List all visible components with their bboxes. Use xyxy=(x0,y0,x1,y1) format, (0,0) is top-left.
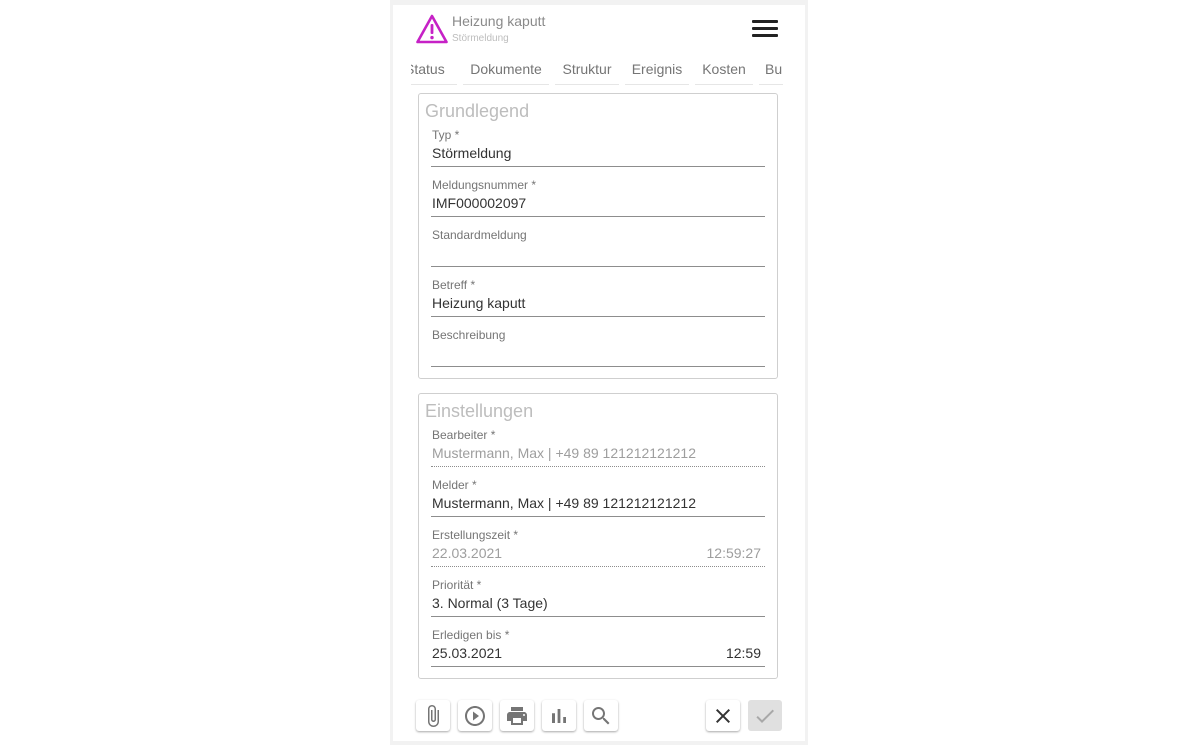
field-underline xyxy=(431,616,765,617)
tab-dokumente[interactable]: Dokumente xyxy=(463,57,549,85)
field-underline xyxy=(431,466,765,467)
field-label: Erledigen bis * xyxy=(432,628,510,642)
field-value: Störmeldung xyxy=(432,145,512,161)
app-window: Heizung kaputt Störmeldung Status Dokume… xyxy=(393,5,805,741)
card-grundlegend: Grundlegend Typ * Störmeldung Meldungsnu… xyxy=(418,93,778,379)
card-title: Einstellungen xyxy=(425,401,534,421)
field-underline xyxy=(431,516,765,517)
field-value: Mustermann, Max | +49 89 121212121212 xyxy=(432,495,696,511)
meldungsnummer-field[interactable]: Meldungsnummer * IMF000002097 xyxy=(431,178,765,222)
printer-icon xyxy=(507,707,527,725)
time-value: 12:59 xyxy=(725,645,761,661)
date-value: 25.03.2021 xyxy=(432,645,503,661)
field-value: 3. Normal (3 Tage) xyxy=(432,595,548,611)
menu-bar-icon xyxy=(752,34,778,37)
tab-struktur[interactable]: Struktur xyxy=(555,57,619,85)
prioritaet-field[interactable]: Priorität * 3. Normal (3 Tage) xyxy=(431,578,765,622)
tab-ereignis[interactable]: Ereignis xyxy=(625,57,689,85)
confirm-button[interactable] xyxy=(748,700,782,731)
play-circle-icon xyxy=(465,706,485,726)
field-underline xyxy=(431,566,765,567)
menu-bar-icon xyxy=(752,20,778,23)
check-icon xyxy=(756,709,774,723)
field-underline xyxy=(431,166,765,167)
page-title: Heizung kaputt xyxy=(452,13,546,29)
menu-bar-icon xyxy=(752,27,778,30)
search-button[interactable] xyxy=(584,700,618,731)
hamburger-menu-button[interactable] xyxy=(749,17,781,41)
statistics-button[interactable] xyxy=(542,700,576,731)
search-icon xyxy=(592,707,610,725)
field-label: Melder * xyxy=(432,478,477,492)
date-value: 22.03.2021 xyxy=(432,545,503,561)
close-icon xyxy=(716,709,730,723)
field-label: Beschreibung xyxy=(432,328,506,342)
field-value: Heizung kaputt xyxy=(432,295,526,311)
field-label: Meldungsnummer * xyxy=(432,178,537,192)
warning-icon xyxy=(416,14,448,44)
field-value: IMF000002097 xyxy=(432,195,527,211)
field-value: Mustermann, Max | +49 89 121212121212 xyxy=(432,445,696,461)
bottom-toolbar xyxy=(393,699,805,735)
page-subtitle: Störmeldung xyxy=(452,33,509,44)
field-label: Betreff * xyxy=(432,278,476,292)
field-label: Typ * xyxy=(432,128,460,142)
tab-status[interactable]: Status xyxy=(411,57,457,85)
tab-kosten[interactable]: Kosten xyxy=(695,57,753,85)
standardmeldung-field[interactable]: Standardmeldung xyxy=(431,228,765,272)
card-title: Grundlegend xyxy=(425,101,530,121)
bar-chart-icon xyxy=(552,709,566,723)
time-value: 12:59:27 xyxy=(706,545,762,561)
field-label: Erstellungszeit * xyxy=(432,528,519,542)
field-underline xyxy=(431,216,765,217)
field-underline xyxy=(431,316,765,317)
erstellungszeit-field: Erstellungszeit * 22.03.2021 12:59:27 xyxy=(431,528,765,572)
cancel-button[interactable] xyxy=(706,700,740,731)
field-underline xyxy=(431,266,765,267)
print-button[interactable] xyxy=(500,700,534,731)
bearbeiter-field: Bearbeiter * Mustermann, Max | +49 89 12… xyxy=(431,428,765,472)
field-label: Standardmeldung xyxy=(432,228,527,242)
tab-more[interactable]: Bu xyxy=(759,57,783,85)
erledigen-bis-field[interactable]: Erledigen bis * 25.03.2021 12:59 xyxy=(431,628,765,672)
tab-bar: Status Dokumente Struktur Ereignis Koste… xyxy=(411,57,783,87)
field-underline xyxy=(431,366,765,367)
play-button[interactable] xyxy=(458,700,492,731)
attach-button[interactable] xyxy=(416,700,450,731)
header: Heizung kaputt Störmeldung xyxy=(393,5,805,57)
betreff-field[interactable]: Betreff * Heizung kaputt xyxy=(431,278,765,322)
typ-field[interactable]: Typ * Störmeldung xyxy=(431,128,765,172)
field-label: Bearbeiter * xyxy=(432,428,496,442)
card-einstellungen: Einstellungen Bearbeiter * Mustermann, M… xyxy=(418,393,778,679)
paperclip-icon xyxy=(428,705,439,727)
melder-field[interactable]: Melder * Mustermann, Max | +49 89 121212… xyxy=(431,478,765,522)
field-underline xyxy=(431,666,765,667)
beschreibung-field[interactable]: Beschreibung xyxy=(431,328,765,372)
field-label: Priorität * xyxy=(432,578,482,592)
